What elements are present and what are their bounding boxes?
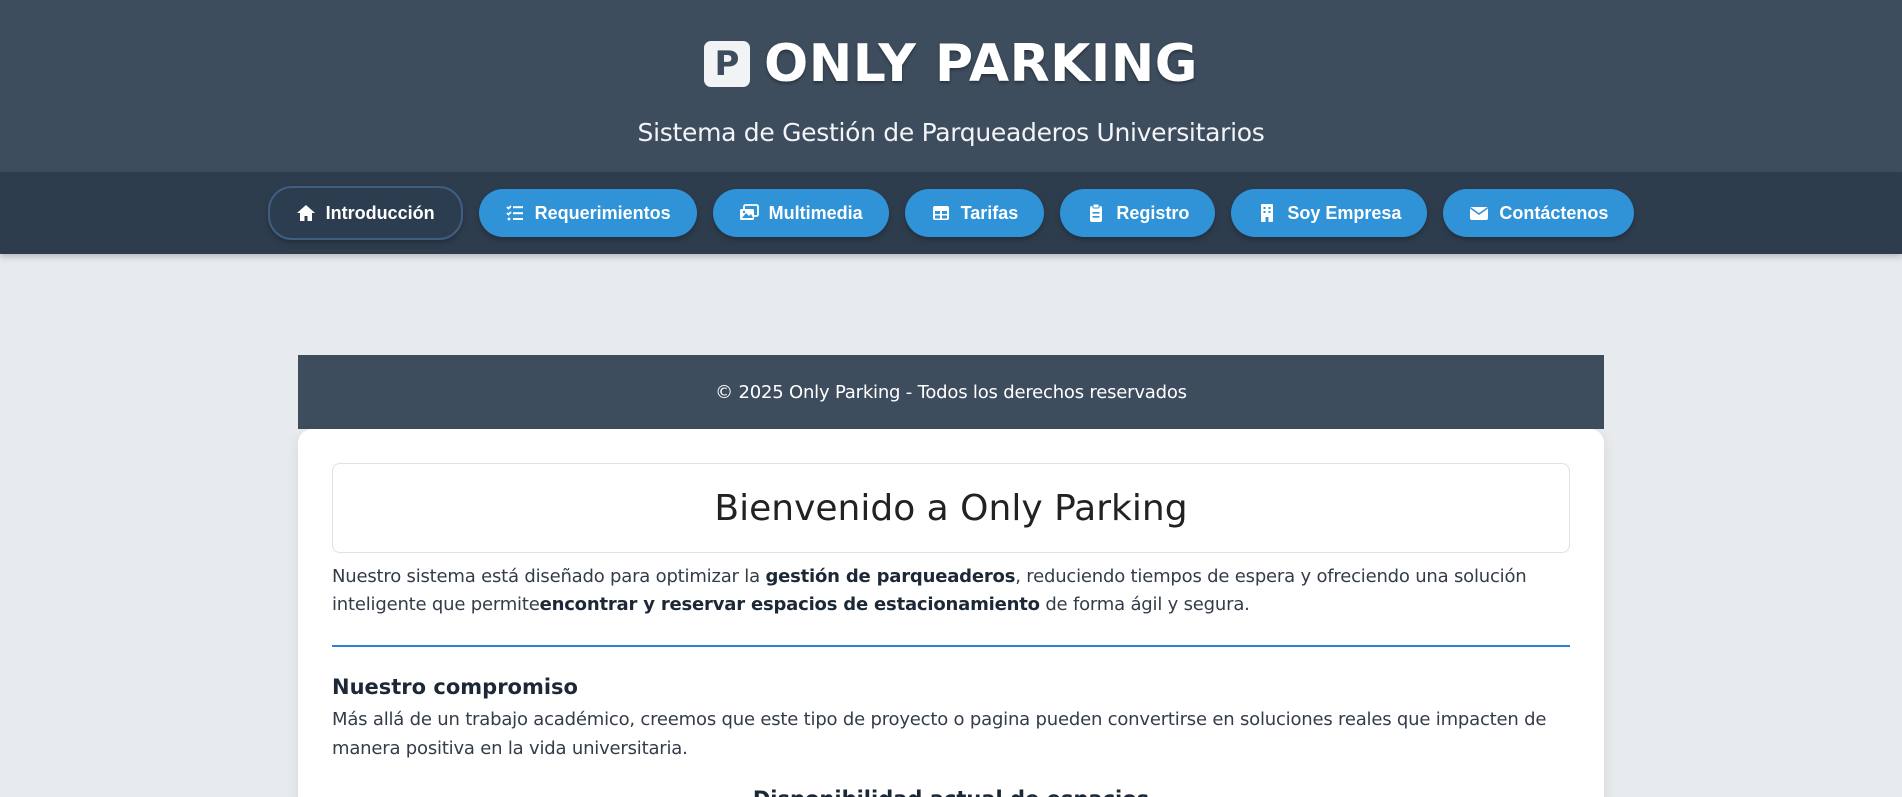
images-icon xyxy=(739,203,759,223)
nav-introduccion-button[interactable]: Introducción xyxy=(267,186,463,240)
table-icon xyxy=(931,203,951,223)
envelope-icon xyxy=(1469,203,1489,223)
intro-bold-1: gestión de parqueaderos xyxy=(765,566,1016,587)
nav-contactenos-button[interactable]: Contáctenos xyxy=(1443,189,1635,237)
nav-registro-button[interactable]: Registro xyxy=(1060,189,1216,237)
intro-card: Bienvenido a Only Parking Nuestro sistem… xyxy=(298,429,1604,797)
nav-label: Soy Empresa xyxy=(1287,202,1402,223)
brand: P ONLY PARKING xyxy=(0,0,1902,94)
nav-multimedia-button[interactable]: Multimedia xyxy=(712,189,889,237)
main-nav: Introducción Requerimientos Multimedia T… xyxy=(0,172,1902,254)
nav-label: Contáctenos xyxy=(1499,202,1609,223)
availability-title: Disponibilidad actual de espacios xyxy=(332,787,1570,797)
checklist-icon xyxy=(505,203,525,223)
nav-soy-empresa-button[interactable]: Soy Empresa xyxy=(1231,189,1428,237)
nav-label: Tarifas xyxy=(960,202,1019,223)
welcome-box: Bienvenido a Only Parking xyxy=(332,463,1570,553)
main-content: © 2025 Only Parking - Todos los derechos… xyxy=(298,355,1604,797)
intro-text-3: de forma ágil y segura. xyxy=(1039,594,1250,615)
clipboard-icon xyxy=(1086,203,1106,223)
building-icon xyxy=(1257,203,1277,223)
nav-label: Introducción xyxy=(325,202,435,223)
nav-label: Multimedia xyxy=(768,202,863,223)
copyright-text: © 2025 Only Parking - Todos los derechos… xyxy=(715,381,1187,403)
nav-label: Requerimientos xyxy=(534,202,671,223)
nav-label: Registro xyxy=(1116,202,1190,223)
home-icon xyxy=(296,203,316,223)
intro-paragraph: Nuestro sistema está diseñado para optim… xyxy=(332,563,1570,619)
nav-requerimientos-button[interactable]: Requerimientos xyxy=(478,189,697,237)
site-subtitle: Sistema de Gestión de Parqueaderos Unive… xyxy=(637,118,1265,147)
intro-bold-2: encontrar y reservar espacios de estacio… xyxy=(539,594,1040,615)
site-title: ONLY PARKING xyxy=(764,34,1198,94)
welcome-title: Bienvenido a Only Parking xyxy=(714,487,1188,529)
nav-tarifas-button[interactable]: Tarifas xyxy=(904,189,1045,237)
intro-text-1: Nuestro sistema está diseñado para optim… xyxy=(332,566,766,587)
commitment-text: Más allá de un trabajo académico, creemo… xyxy=(332,709,1547,759)
parking-logo-icon: P xyxy=(704,41,750,87)
section-divider xyxy=(332,645,1570,647)
commitment-title: Nuestro compromiso xyxy=(332,675,578,699)
copyright-banner: © 2025 Only Parking - Todos los derechos… xyxy=(298,355,1604,429)
site-header: P ONLY PARKING Sistema de Gestión de Par… xyxy=(0,0,1902,172)
